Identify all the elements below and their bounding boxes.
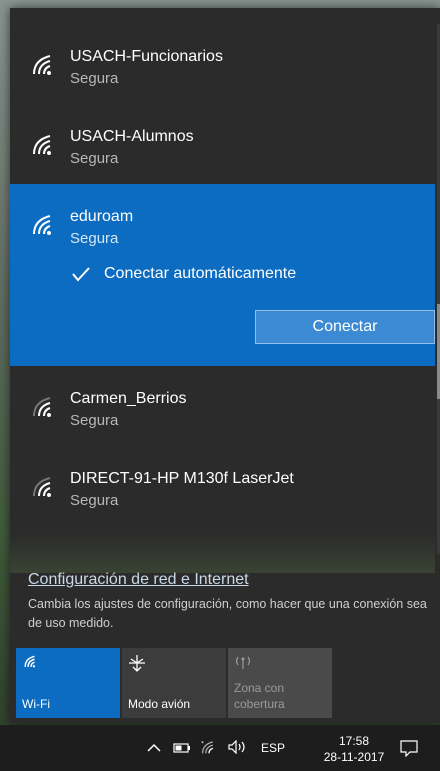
clock[interactable]: 17:58 28-11-2017 (322, 733, 386, 765)
taskbar: * ESP 17:58 28-11-2017 (0, 725, 440, 771)
airplane-mode-tile[interactable]: Modo avión (122, 648, 226, 718)
volume-icon[interactable] (226, 738, 250, 756)
network-name: USACH-Alumnos (70, 128, 194, 145)
network-status: Segura (70, 150, 119, 167)
network-settings-link[interactable]: Configuración de red e Internet (28, 571, 428, 589)
network-settings: Configuración de red e Internet Cambia l… (28, 571, 428, 633)
hotspot-icon (235, 656, 251, 669)
hotspot-tile-label: Zona con cobertura (234, 681, 285, 711)
network-name: eduroam (70, 208, 134, 225)
auto-connect-label: Conectar automáticamente (104, 265, 297, 282)
network-item-eduroam[interactable]: eduroam Segura Conectar automáticamente … (10, 184, 435, 366)
network-name: DIRECT-91-HP M130f LaserJet (70, 470, 294, 487)
settings-description: Cambia los ajustes de configuración, com… (28, 597, 427, 630)
network-name: USACH-Funcionarios (70, 48, 223, 65)
airplane-icon (129, 655, 145, 672)
network-status: Segura (70, 70, 119, 87)
network-status: Segura (70, 492, 119, 509)
wifi-signal-icon (33, 477, 51, 497)
checkmark-icon (70, 263, 92, 285)
quick-actions: Wi-Fi Modo avión Zona con cobertura (16, 648, 332, 718)
network-status: Segura (70, 230, 119, 247)
notification-icon[interactable] (398, 737, 420, 759)
network-status: Segura (70, 412, 119, 429)
hotspot-tile[interactable]: Zona con cobertura (228, 648, 332, 718)
connect-button[interactable]: Conectar (255, 310, 435, 344)
wifi-toggle-tile[interactable]: Wi-Fi (16, 648, 120, 718)
wifi-tile-label: Wi-Fi (22, 697, 50, 711)
airplane-tile-label: Modo avión (128, 697, 191, 711)
network-name: Carmen_Berrios (70, 390, 187, 407)
wifi-icon (24, 655, 36, 668)
network-flyout: USACH-Funcionarios Segura USACH-Alumnos … (10, 8, 440, 723)
battery-icon[interactable] (172, 739, 192, 757)
list-fade (10, 533, 435, 573)
auto-connect-checkbox[interactable]: Conectar automáticamente (70, 263, 296, 285)
language-indicator[interactable]: ESP (258, 739, 288, 757)
network-item-carmen-berrios[interactable]: Carmen_Berrios Segura (10, 366, 435, 446)
network-item-usach-funcionarios[interactable]: USACH-Funcionarios Segura (10, 24, 435, 104)
network-item-direct-hp[interactable]: DIRECT-91-HP M130f LaserJet Segura (10, 446, 435, 526)
network-item-usach-alumnos[interactable]: USACH-Alumnos Segura (10, 104, 435, 184)
clock-time: 17:58 (338, 734, 370, 748)
clock-date: 28-11-2017 (323, 750, 385, 764)
network-tray-icon[interactable]: * (198, 737, 220, 757)
chevron-up-icon[interactable] (145, 739, 163, 757)
wifi-signal-icon (33, 55, 51, 75)
wifi-signal-icon (33, 215, 51, 235)
network-list: USACH-Funcionarios Segura USACH-Alumnos … (10, 24, 435, 526)
wifi-signal-icon (33, 135, 51, 155)
wifi-signal-icon (33, 397, 51, 417)
